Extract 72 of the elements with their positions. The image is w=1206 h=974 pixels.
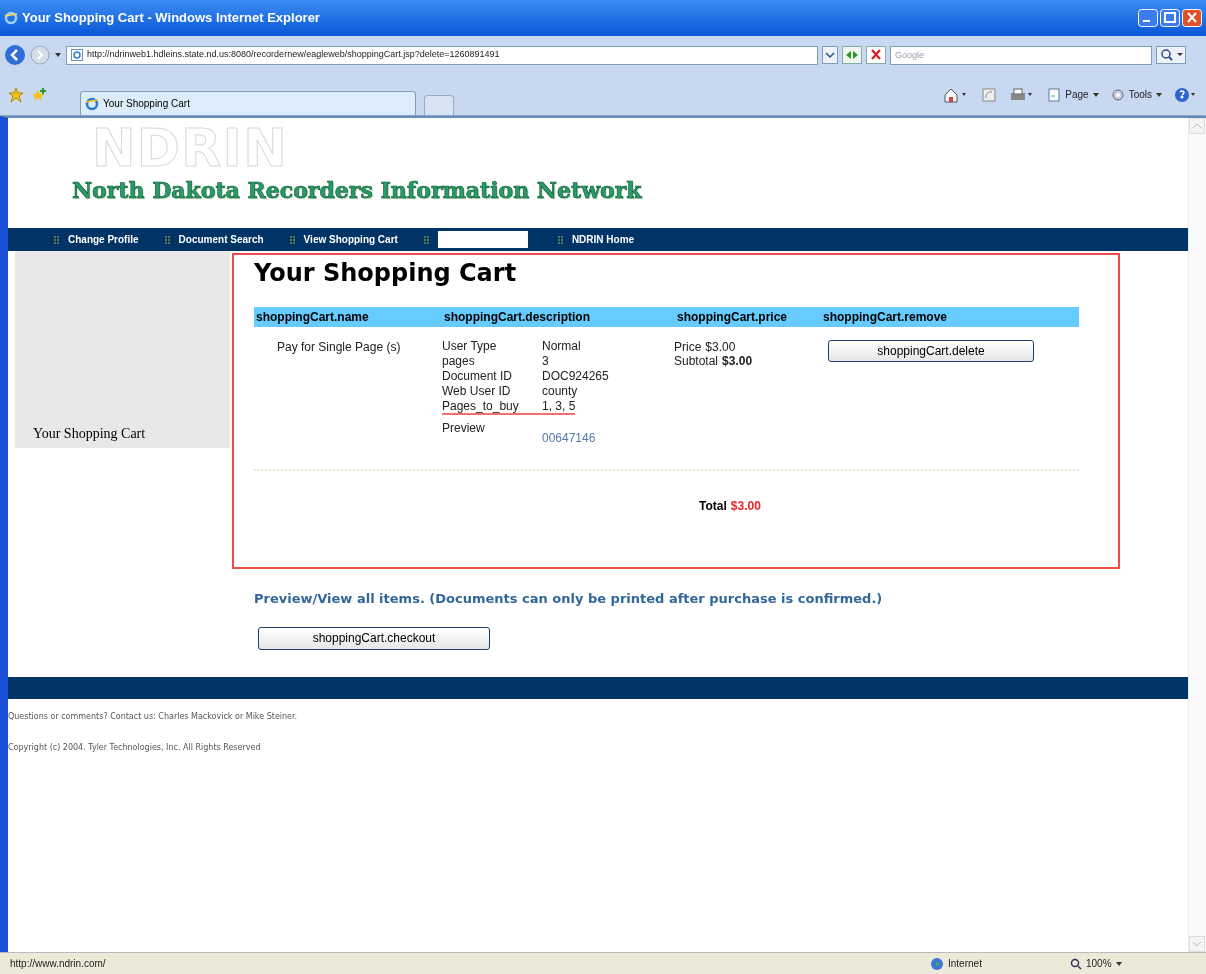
caret-icon bbox=[1115, 961, 1122, 966]
page-icon bbox=[1047, 87, 1062, 102]
detail-value: 1, 3, 5 bbox=[542, 400, 576, 412]
grip-icon bbox=[557, 235, 566, 244]
column-header: shoppingCart.name bbox=[255, 309, 370, 326]
help-button[interactable] bbox=[1174, 86, 1198, 103]
detail-label: Pages_to_buy bbox=[442, 400, 520, 412]
column-header: shoppingCart.price bbox=[676, 309, 788, 326]
minimize-button[interactable] bbox=[1138, 9, 1158, 27]
price-value: $3.00 bbox=[705, 340, 736, 354]
item-name: Pay for Single Page (s) bbox=[277, 340, 402, 356]
nav-link[interactable]: NDRIN Home bbox=[571, 232, 635, 247]
nav-link[interactable]: View Shopping Cart bbox=[303, 232, 398, 247]
subtotal-label: Subtotal bbox=[674, 354, 719, 368]
site-title: North Dakota Recorders Information Network bbox=[72, 176, 643, 205]
window-title: Your Shopping Cart - Windows Internet Explorer bbox=[22, 9, 320, 28]
search-icon[interactable] bbox=[1156, 46, 1186, 64]
detail-value: county bbox=[542, 385, 578, 397]
info-note: Preview/View all items. (Documents can only be printed after purchase is confirmed.) bbox=[254, 590, 884, 608]
sidebar-label: Your Shopping Cart bbox=[33, 425, 146, 443]
subtotal-value: $3.00 bbox=[722, 354, 753, 368]
browser-tab[interactable]: Your Shopping Cart bbox=[80, 91, 416, 115]
detail-label: User Type bbox=[442, 340, 498, 352]
total-value: $3.00 bbox=[730, 498, 761, 515]
nav-link[interactable]: Document Search bbox=[178, 232, 264, 247]
page-menu-button[interactable]: Page bbox=[1047, 87, 1099, 102]
zoom-button[interactable]: 100% bbox=[1070, 956, 1122, 971]
maximize-button[interactable] bbox=[1160, 9, 1180, 27]
detail-value: Normal bbox=[542, 340, 581, 352]
detail-label: Preview bbox=[442, 421, 486, 437]
search-field[interactable]: Google bbox=[890, 45, 1152, 65]
preview-link[interactable]: 00647146 bbox=[542, 431, 596, 445]
favorites-star-icon[interactable] bbox=[8, 86, 24, 103]
close-button[interactable] bbox=[1182, 9, 1202, 27]
contact-text: Questions or comments? Contact us: Charles Mackovick or Mike Steiner. bbox=[8, 710, 299, 723]
magnifier-icon bbox=[1070, 957, 1082, 970]
caret-icon bbox=[1092, 92, 1099, 97]
column-header: shoppingCart.description bbox=[443, 309, 591, 326]
nav-link[interactable]: Change Profile bbox=[68, 232, 139, 247]
back-button[interactable] bbox=[4, 44, 26, 66]
grip-icon bbox=[423, 235, 432, 244]
detail-label: Document ID bbox=[442, 370, 514, 382]
feeds-button[interactable] bbox=[981, 86, 998, 103]
refresh-button[interactable] bbox=[842, 46, 862, 64]
dropdown-icon[interactable] bbox=[54, 52, 62, 58]
detail-value: 3 bbox=[542, 355, 549, 367]
page-icon bbox=[71, 49, 83, 61]
grip-icon bbox=[289, 235, 298, 244]
address-field[interactable]: http://ndrinweb1.hdleins.state.nd.us:8080/recordernew/eagleweb/shoppingCart.jsp?delete=1260891491 bbox=[66, 45, 818, 65]
grip-icon bbox=[54, 235, 62, 244]
column-header: shoppingCart.remove bbox=[822, 309, 948, 326]
gear-icon bbox=[1110, 87, 1125, 102]
copyright-text: Copyright (c) 2004. Tyler Technologies, Inc. All Rights Reserved bbox=[8, 741, 262, 754]
add-favorite-icon[interactable] bbox=[32, 86, 48, 103]
tools-menu-button[interactable]: Tools bbox=[1110, 87, 1162, 102]
browser-logo-icon bbox=[85, 96, 99, 111]
browser-logo-icon bbox=[4, 11, 18, 25]
address-dropdown-button[interactable] bbox=[822, 46, 838, 64]
detail-label: pages bbox=[442, 355, 476, 367]
detail-value: DOC924265 bbox=[542, 370, 609, 382]
caret-icon bbox=[1156, 92, 1162, 97]
price-label: Price bbox=[674, 340, 702, 354]
cart-heading: Your Shopping Cart bbox=[254, 258, 518, 289]
grip-icon bbox=[164, 235, 173, 244]
stop-button[interactable] bbox=[866, 46, 886, 64]
status-url: http://www.ndrin.com/ bbox=[9, 957, 107, 971]
detail-label: Web User ID bbox=[442, 385, 512, 397]
zone-label: Internet bbox=[948, 957, 982, 971]
total-label: Total bbox=[699, 498, 727, 515]
checkout-button[interactable]: shoppingCart.checkout bbox=[258, 626, 490, 650]
globe-icon bbox=[930, 956, 944, 971]
delete-button[interactable]: shoppingCart.delete bbox=[828, 340, 1034, 362]
